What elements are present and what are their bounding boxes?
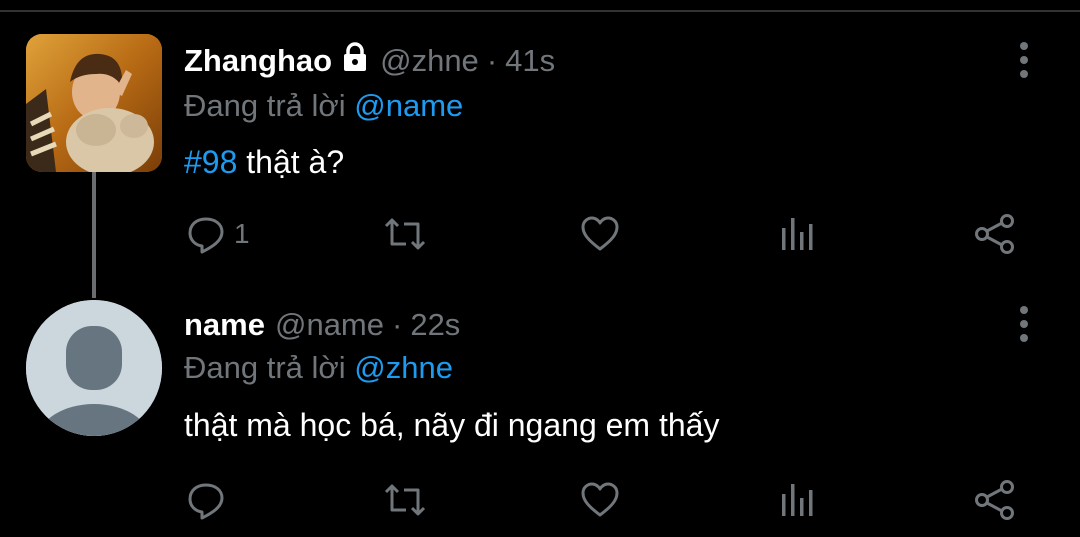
tweet-1[interactable]: Zhanghao @zhne · 41s Đang trả lời @name … xyxy=(0,0,1080,270)
user-handle[interactable]: @name xyxy=(275,307,384,343)
replying-to-line: Đang trả lời @zhne xyxy=(184,350,453,386)
reply-button[interactable]: 1 xyxy=(186,209,250,259)
more-icon-dot xyxy=(1020,320,1028,328)
like-icon xyxy=(581,482,619,517)
lock-icon xyxy=(340,42,370,80)
share-button[interactable] xyxy=(974,209,1016,259)
tweet-2[interactable]: name @name · 22s Đang trả lời @zhne thật… xyxy=(0,270,1080,537)
separator-dot: · xyxy=(392,307,403,342)
replying-to-label: Đang trả lời xyxy=(184,88,346,123)
tweet-text-content: thật à? xyxy=(246,144,345,180)
reply-icon xyxy=(188,483,224,520)
retweet-button[interactable] xyxy=(382,475,428,525)
user-handle[interactable]: @zhne xyxy=(380,43,479,79)
more-icon xyxy=(1020,42,1028,50)
views-icon xyxy=(782,484,813,516)
more-icon-dot xyxy=(1020,334,1028,342)
more-icon-dot xyxy=(1020,70,1028,78)
display-name[interactable]: name xyxy=(184,307,265,343)
action-bar: 1 xyxy=(0,209,1080,259)
like-button[interactable] xyxy=(580,475,620,525)
avatar[interactable] xyxy=(26,300,162,436)
separator-dot: · xyxy=(486,43,498,78)
reply-button[interactable] xyxy=(186,475,234,525)
mention-link[interactable]: @name xyxy=(354,88,463,123)
tweet-text-content: thật mà học bá, nãy đi ngang em thấy xyxy=(184,407,720,443)
display-name[interactable]: Zhanghao xyxy=(184,43,332,79)
more-options-button[interactable] xyxy=(1014,40,1034,80)
avatar[interactable] xyxy=(26,34,162,172)
retweet-icon xyxy=(384,218,426,250)
views-icon xyxy=(782,218,813,250)
like-icon xyxy=(581,216,619,251)
replying-to-line: Đang trả lời @name xyxy=(184,88,463,124)
share-icon xyxy=(975,480,1014,520)
reply-icon xyxy=(188,217,224,254)
hashtag-link[interactable]: #98 xyxy=(184,144,237,180)
retweet-icon xyxy=(384,484,426,516)
retweet-button[interactable] xyxy=(382,209,428,259)
timestamp[interactable]: 22s xyxy=(410,307,460,343)
reply-count: 1 xyxy=(234,218,250,249)
action-bar xyxy=(0,475,1080,525)
share-icon xyxy=(975,214,1014,254)
timestamp[interactable]: 41s xyxy=(505,43,555,79)
more-options-button[interactable] xyxy=(1014,304,1034,344)
replying-to-label: Đang trả lời xyxy=(184,350,346,385)
like-button[interactable] xyxy=(580,209,620,259)
views-button[interactable] xyxy=(778,209,818,259)
mention-link[interactable]: @zhne xyxy=(354,350,453,385)
views-button[interactable] xyxy=(778,475,818,525)
tweet-text: thật mà học bá, nãy đi ngang em thấy xyxy=(184,407,719,444)
tweet-header: Zhanghao @zhne · 41s xyxy=(184,42,555,80)
tweet-text: #98 thật à? xyxy=(184,144,344,181)
share-button[interactable] xyxy=(974,475,1016,525)
more-icon-dot xyxy=(1020,56,1028,64)
more-icon xyxy=(1020,306,1028,314)
tweet-header: name @name · 22s xyxy=(184,307,460,343)
